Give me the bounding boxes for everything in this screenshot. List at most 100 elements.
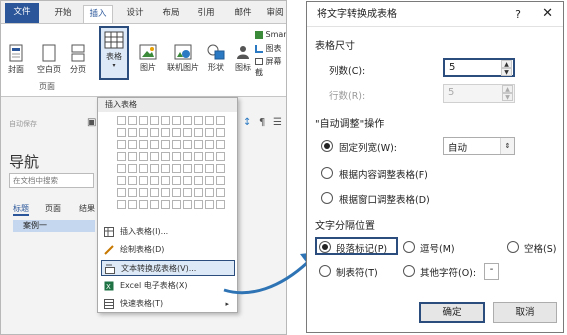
table-grid-cell[interactable]: [128, 116, 137, 125]
table-grid-cell[interactable]: [216, 200, 225, 209]
table-grid-cell[interactable]: [117, 164, 126, 173]
table-grid-cell[interactable]: [216, 164, 225, 173]
table-grid-cell[interactable]: [150, 116, 159, 125]
table-grid-cell[interactable]: [117, 128, 126, 137]
table-grid-cell[interactable]: [117, 140, 126, 149]
table-grid-cell[interactable]: [183, 176, 192, 185]
picture-button[interactable]: 图片: [137, 44, 159, 73]
table-grid-cell[interactable]: [150, 200, 159, 209]
table-grid-cell[interactable]: [128, 176, 137, 185]
shapes-button[interactable]: 形状: [205, 44, 227, 73]
nav-search-input[interactable]: 在文档中搜索: [9, 173, 94, 188]
table-grid-cell[interactable]: [161, 116, 170, 125]
table-grid-cell[interactable]: [128, 188, 137, 197]
table-grid-cell[interactable]: [205, 152, 214, 161]
table-grid-cell[interactable]: [161, 152, 170, 161]
table-grid-cell[interactable]: [194, 128, 203, 137]
table-grid-cell[interactable]: [183, 116, 192, 125]
sep-space-radio[interactable]: [507, 241, 519, 253]
columns-down-icon[interactable]: ▼: [501, 68, 512, 76]
table-grid-cell[interactable]: [139, 164, 148, 173]
table-grid-cell[interactable]: [139, 152, 148, 161]
table-grid-cell[interactable]: [205, 164, 214, 173]
autofit-window-radio[interactable]: [321, 192, 333, 204]
table-grid-cell[interactable]: [150, 176, 159, 185]
table-grid-cell[interactable]: [117, 152, 126, 161]
table-grid-cell[interactable]: [161, 200, 170, 209]
tab-insert[interactable]: 插入: [83, 5, 113, 23]
table-grid-cell[interactable]: [205, 128, 214, 137]
table-grid-cell[interactable]: [117, 200, 126, 209]
table-grid-cell[interactable]: [183, 164, 192, 173]
table-grid-cell[interactable]: [161, 188, 170, 197]
table-grid-cell[interactable]: [150, 152, 159, 161]
tab-references[interactable]: 引用: [194, 5, 218, 23]
table-grid-cell[interactable]: [194, 200, 203, 209]
menu-convert-text-to-table[interactable]: 文本转换成表格(V)...: [101, 260, 235, 276]
sep-comma-radio[interactable]: [403, 241, 415, 253]
table-grid-cell[interactable]: [139, 188, 148, 197]
ok-button[interactable]: 确定: [419, 302, 485, 323]
rows-down-icon[interactable]: ▼: [502, 93, 513, 101]
table-grid-cell[interactable]: [161, 176, 170, 185]
fixed-width-radio[interactable]: [321, 140, 333, 152]
table-grid-cell[interactable]: [216, 140, 225, 149]
sep-other-radio[interactable]: [403, 265, 415, 277]
sep-paragraph-radio[interactable]: [319, 241, 331, 253]
tab-home[interactable]: 开始: [51, 5, 75, 23]
fixed-width-spin-icon[interactable]: ⇕: [500, 138, 514, 154]
online-picture-button[interactable]: 联机图片: [163, 44, 203, 73]
table-grid-cell[interactable]: [172, 164, 181, 173]
columns-stepper[interactable]: 5 ▲ ▼: [443, 58, 515, 77]
table-grid-cell[interactable]: [194, 116, 203, 125]
icons-button[interactable]: 图标: [233, 44, 253, 73]
table-grid-cell[interactable]: [117, 176, 126, 185]
table-grid-cell[interactable]: [183, 140, 192, 149]
rows-stepper[interactable]: 5 ▲ ▼: [443, 84, 515, 103]
table-grid-cell[interactable]: [128, 152, 137, 161]
table-grid-cell[interactable]: [150, 140, 159, 149]
screenshot-button[interactable]: 屏幕截: [255, 56, 286, 78]
paragraph-icon[interactable]: ¶: [259, 117, 265, 128]
autofit-contents-radio[interactable]: [321, 167, 333, 179]
table-grid-cell[interactable]: [128, 200, 137, 209]
table-button[interactable]: 表格 ▾: [99, 26, 129, 80]
table-grid-cell[interactable]: [172, 200, 181, 209]
cover-button[interactable]: 封面: [5, 44, 27, 75]
table-grid-cell[interactable]: [172, 116, 181, 125]
table-grid-cell[interactable]: [205, 188, 214, 197]
table-grid-cell[interactable]: [194, 164, 203, 173]
table-grid-cell[interactable]: [150, 164, 159, 173]
table-grid-cell[interactable]: [183, 200, 192, 209]
table-grid-cell[interactable]: [161, 140, 170, 149]
table-grid-cell[interactable]: [150, 188, 159, 197]
sep-tab-radio[interactable]: [319, 265, 331, 277]
table-grid-cell[interactable]: [128, 140, 137, 149]
columns-up-icon[interactable]: ▲: [501, 60, 512, 68]
tab-file[interactable]: 文件: [5, 3, 39, 23]
table-grid-cell[interactable]: [205, 176, 214, 185]
table-grid-cell[interactable]: [194, 188, 203, 197]
smartart-button[interactable]: Smar: [255, 30, 286, 39]
table-grid-cell[interactable]: [216, 128, 225, 137]
table-grid-cell[interactable]: [128, 128, 137, 137]
nav-heading-item[interactable]: 案例一: [13, 220, 95, 232]
table-grid-cell[interactable]: [216, 116, 225, 125]
table-grid-cell[interactable]: [183, 152, 192, 161]
table-grid-cell[interactable]: [216, 176, 225, 185]
table-grid-cell[interactable]: [194, 152, 203, 161]
table-grid-cell[interactable]: [172, 140, 181, 149]
chart-button[interactable]: 图表: [255, 43, 286, 54]
table-grid-cell[interactable]: [172, 128, 181, 137]
nav-tab-headings[interactable]: 标题: [13, 203, 29, 216]
help-button[interactable]: ?: [515, 2, 521, 27]
table-grid-cell[interactable]: [172, 188, 181, 197]
table-grid-cell[interactable]: [183, 128, 192, 137]
save-icon[interactable]: ▣: [87, 117, 96, 128]
menu-icon[interactable]: ☰: [273, 117, 282, 128]
tab-mailings[interactable]: 邮件: [231, 5, 255, 23]
table-grid-cell[interactable]: [194, 140, 203, 149]
table-grid-cell[interactable]: [194, 176, 203, 185]
sort-icon[interactable]: ↕: [243, 117, 251, 128]
table-grid-cell[interactable]: [139, 116, 148, 125]
